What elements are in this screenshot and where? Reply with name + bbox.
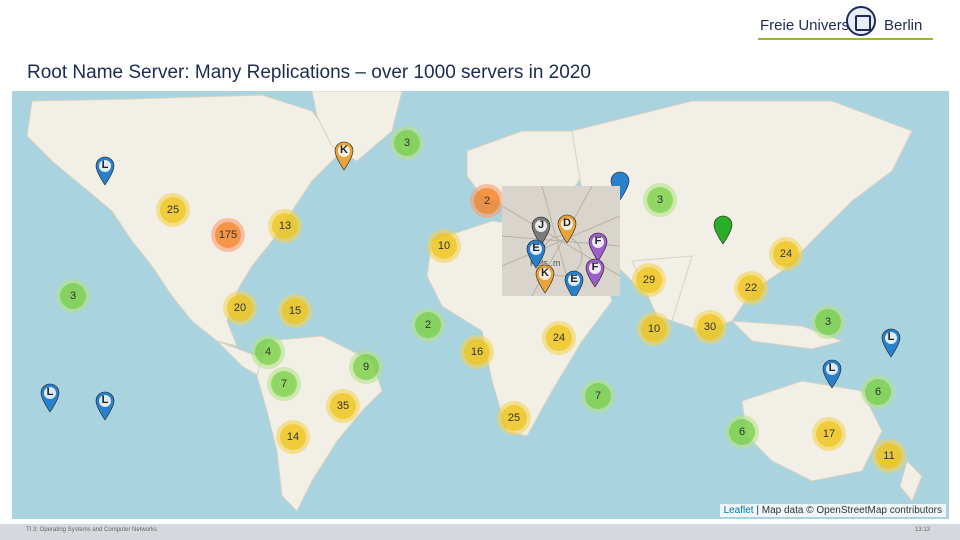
cluster-count: 6: [729, 419, 755, 445]
cluster-count: 4: [255, 339, 281, 365]
cluster-count: 15: [282, 298, 308, 324]
server-cluster-marker[interactable]: 7: [267, 367, 301, 401]
logo-rule: [758, 38, 933, 40]
university-logo: Freie Universität Berlin: [758, 4, 933, 46]
server-cluster-marker[interactable]: 6: [725, 415, 759, 449]
cluster-count: 35: [330, 393, 356, 419]
pin-letter: J: [537, 219, 545, 231]
pin-letter: L: [828, 362, 836, 374]
cluster-count: 2: [474, 188, 500, 214]
pin-letter: L: [101, 159, 109, 171]
server-cluster-marker[interactable]: 2: [411, 308, 445, 342]
cluster-count: 30: [697, 314, 723, 340]
server-cluster-marker[interactable]: 4: [251, 335, 285, 369]
server-cluster-marker[interactable]: 175: [211, 218, 245, 252]
leaflet-link[interactable]: Leaflet: [724, 505, 754, 516]
pin-letter: L: [101, 394, 109, 406]
pin-letter: E: [570, 273, 578, 285]
cluster-count: 9: [353, 354, 379, 380]
cluster-count: 22: [738, 275, 764, 301]
server-cluster-marker[interactable]: 9: [349, 350, 383, 384]
cluster-count: 25: [501, 405, 527, 431]
server-cluster-marker[interactable]: 24: [769, 237, 803, 271]
cluster-count: 3: [647, 187, 673, 213]
cluster-count: 29: [636, 267, 662, 293]
server-cluster-marker[interactable]: 25: [497, 401, 531, 435]
footer-course-name: TI 3: Operating Systems and Computer Net…: [26, 527, 158, 533]
europe-inset-map[interactable]: Pots..m JDFEFKE: [502, 186, 620, 296]
map-attribution: Leaflet | Map data © OpenStreetMap contr…: [719, 504, 946, 517]
world-map-land: [26, 91, 923, 512]
cluster-count: 11: [876, 443, 902, 469]
server-cluster-marker[interactable]: 20: [223, 291, 257, 325]
cluster-count: 6: [865, 379, 891, 405]
pin-letter: L: [46, 386, 54, 398]
cluster-count: 17: [816, 421, 842, 447]
cluster-count: 13: [272, 213, 298, 239]
server-cluster-marker[interactable]: 15: [278, 294, 312, 328]
pin-letter: E: [532, 242, 540, 254]
server-cluster-marker[interactable]: 14: [276, 420, 310, 454]
server-cluster-marker[interactable]: 10: [637, 312, 671, 346]
slide-footer: TI 3: Operating Systems and Computer Net…: [0, 524, 960, 540]
cluster-count: 175: [215, 222, 241, 248]
world-map[interactable]: 3251751310320154973514216245729324221030…: [12, 91, 949, 519]
cluster-count: 25: [160, 197, 186, 223]
server-cluster-marker[interactable]: 13: [268, 209, 302, 243]
server-cluster-marker[interactable]: 3: [56, 279, 90, 313]
server-cluster-marker[interactable]: 25: [156, 193, 190, 227]
attribution-text: | Map data © OpenStreetMap contributors: [753, 505, 942, 516]
server-cluster-marker[interactable]: 2: [470, 184, 504, 218]
footer-page-number: 13.13: [914, 527, 930, 533]
cluster-count: 16: [464, 339, 490, 365]
pin-letter: K: [340, 144, 348, 156]
server-cluster-marker[interactable]: 30: [693, 310, 727, 344]
pin-letter: K: [541, 267, 549, 279]
pin-letter: D: [563, 217, 571, 229]
server-cluster-marker[interactable]: 16: [460, 335, 494, 369]
server-cluster-marker[interactable]: 22: [734, 271, 768, 305]
server-cluster-marker[interactable]: 35: [326, 389, 360, 423]
server-cluster-marker[interactable]: 3: [643, 183, 677, 217]
server-cluster-marker[interactable]: 29: [632, 263, 666, 297]
cluster-count: 7: [271, 371, 297, 397]
slide-title: Root Name Server: Many Replications – ov…: [27, 62, 591, 83]
server-cluster-marker[interactable]: 17: [812, 417, 846, 451]
cluster-count: 2: [415, 312, 441, 338]
university-seal-icon: [846, 6, 876, 36]
server-cluster-marker[interactable]: 3: [811, 305, 845, 339]
cluster-count: 7: [585, 383, 611, 409]
cluster-count: 20: [227, 295, 253, 321]
cluster-count: 14: [280, 424, 306, 450]
cluster-count: 3: [60, 283, 86, 309]
logo-text-right: Berlin: [884, 17, 923, 34]
pin-letter: F: [591, 261, 599, 273]
server-cluster-marker[interactable]: 7: [581, 379, 615, 413]
server-cluster-marker[interactable]: 11: [872, 439, 906, 473]
cluster-count: 3: [815, 309, 841, 335]
pin-letter: F: [594, 235, 602, 247]
land-new-zealand: [899, 460, 923, 502]
cluster-count: 10: [641, 316, 667, 342]
server-cluster-marker[interactable]: 3: [390, 126, 424, 160]
server-cluster-marker[interactable]: 24: [542, 321, 576, 355]
cluster-count: 10: [431, 233, 457, 259]
cluster-count: 3: [394, 130, 420, 156]
server-cluster-marker[interactable]: 10: [427, 229, 461, 263]
server-cluster-marker[interactable]: 6: [861, 375, 895, 409]
cluster-count: 24: [546, 325, 572, 351]
pin-letter: L: [887, 331, 895, 343]
cluster-count: 24: [773, 241, 799, 267]
